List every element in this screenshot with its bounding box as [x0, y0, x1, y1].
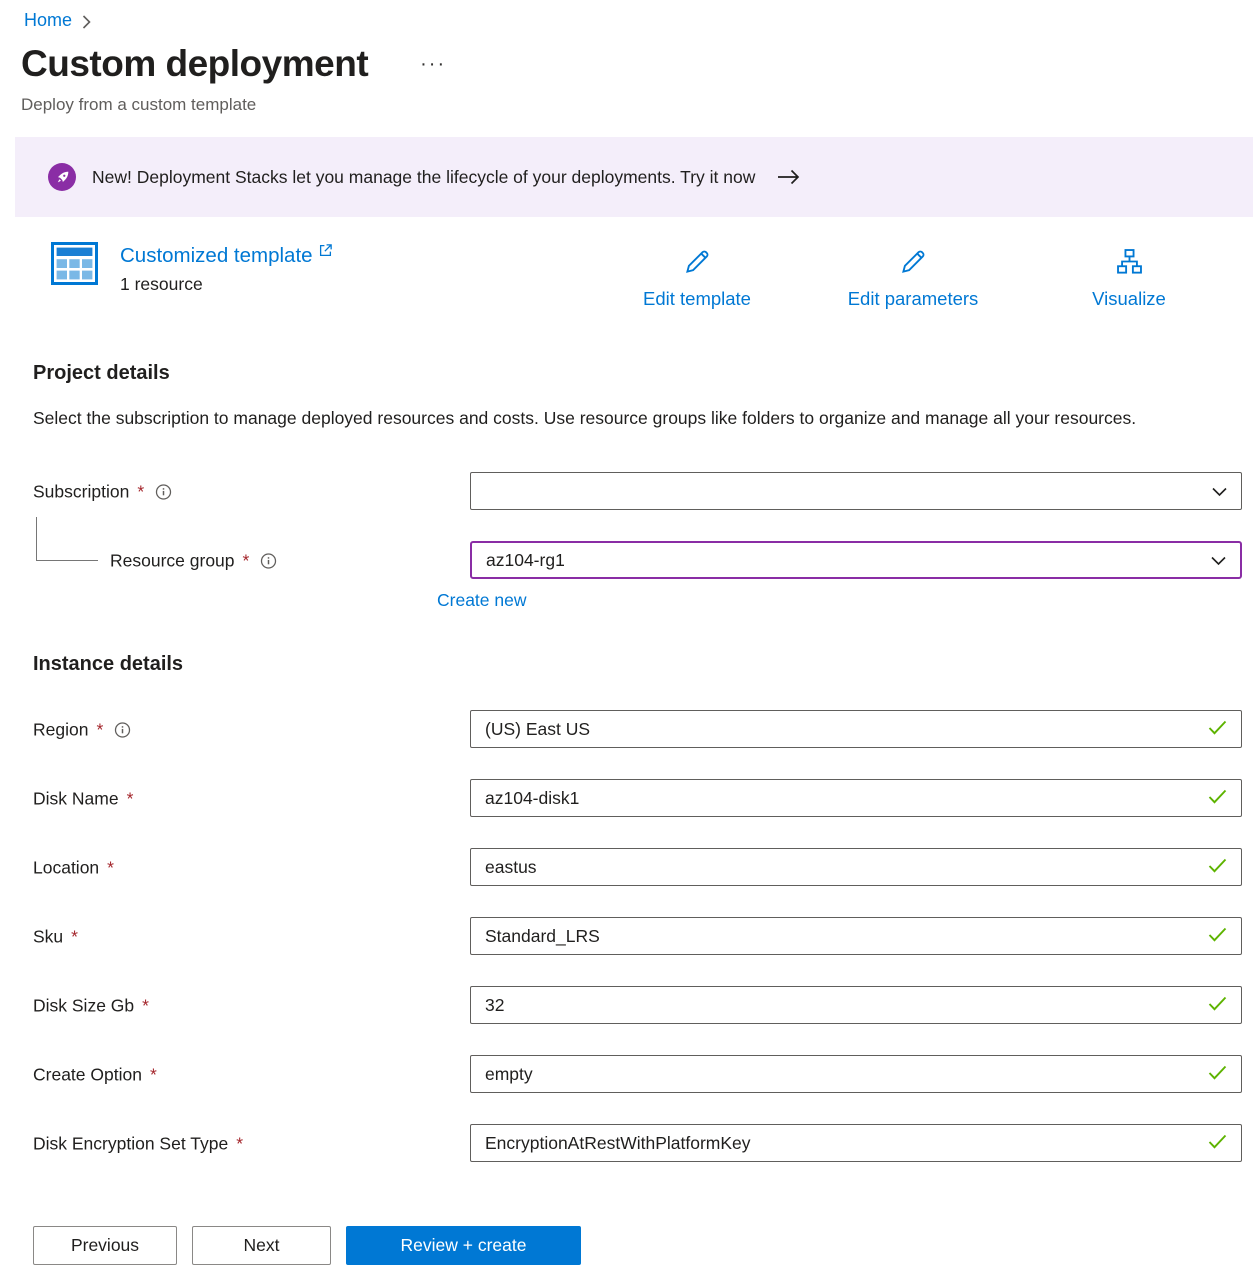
location-row: Location* eastus	[33, 848, 1242, 888]
visualize-button[interactable]: Visualize	[1019, 248, 1239, 310]
disk-name-label: Disk Name*	[33, 789, 133, 810]
create-option-label: Create Option*	[33, 1065, 157, 1086]
banner-text: New! Deployment Stacks let you manage th…	[92, 167, 755, 188]
required-asterisk: *	[236, 1134, 243, 1155]
required-asterisk: *	[137, 482, 144, 503]
arrow-right-icon[interactable]	[777, 169, 800, 185]
disk-size-gb-row: Disk Size Gb* 32	[33, 986, 1242, 1026]
location-label: Location*	[33, 858, 114, 879]
disk-name-input[interactable]: az104-disk1	[470, 779, 1242, 817]
checkmark-icon	[1208, 995, 1227, 1016]
page-title: Custom deployment	[21, 43, 368, 85]
create-option-input[interactable]: empty	[470, 1055, 1242, 1093]
sku-input[interactable]: Standard_LRS	[470, 917, 1242, 955]
disk-encryption-set-type-label: Disk Encryption Set Type*	[33, 1134, 243, 1155]
required-asterisk: *	[150, 1065, 157, 1086]
deployment-stacks-banner: New! Deployment Stacks let you manage th…	[15, 137, 1253, 217]
info-icon[interactable]	[155, 484, 172, 501]
region-row: Region* (US) East US	[33, 710, 1242, 750]
project-details-heading: Project details	[33, 362, 1253, 385]
subscription-select[interactable]	[470, 472, 1242, 510]
subscription-label: Subscription*	[33, 482, 172, 503]
edit-parameters-button[interactable]: Edit parameters	[803, 248, 1023, 310]
breadcrumb-home-link[interactable]: Home	[24, 10, 72, 31]
resource-group-label: Resource group*	[110, 551, 277, 572]
checkmark-icon	[1208, 926, 1227, 947]
required-asterisk: *	[243, 551, 250, 572]
region-input[interactable]: (US) East US	[470, 710, 1242, 748]
sku-label: Sku*	[33, 927, 78, 948]
create-option-row: Create Option* empty	[33, 1055, 1242, 1095]
disk-size-gb-label: Disk Size Gb*	[33, 996, 149, 1017]
edit-template-label: Edit template	[643, 288, 751, 310]
resource-group-connector	[36, 517, 98, 561]
template-resource-count: 1 resource	[120, 274, 332, 295]
custom-deployment-page: Home Custom deployment ··· Deploy from a…	[0, 0, 1253, 1280]
disk-encryption-set-type-value: EncryptionAtRestWithPlatformKey	[485, 1133, 751, 1154]
disk-name-value: az104-disk1	[485, 788, 579, 809]
resource-group-value: az104-rg1	[486, 550, 565, 571]
visualize-label: Visualize	[1092, 288, 1166, 310]
create-new-link[interactable]: Create new	[437, 590, 527, 611]
checkmark-icon	[1208, 1133, 1227, 1154]
pencil-icon	[900, 248, 927, 280]
chevron-down-icon	[1211, 550, 1226, 571]
edit-parameters-label: Edit parameters	[848, 288, 979, 310]
title-row: Custom deployment ···	[21, 43, 1253, 85]
required-asterisk: *	[96, 720, 103, 741]
more-options-button[interactable]: ···	[416, 50, 450, 78]
sku-row: Sku* Standard_LRS	[33, 917, 1242, 957]
info-icon[interactable]	[260, 553, 277, 570]
region-value: (US) East US	[485, 719, 590, 740]
breadcrumb: Home	[0, 0, 1253, 31]
project-details-description: Select the subscription to manage deploy…	[33, 403, 1193, 434]
region-label: Region*	[33, 720, 131, 741]
wizard-footer: Previous Next Review + create	[0, 1210, 1253, 1280]
instance-details-heading: Instance details	[33, 653, 1253, 676]
org-chart-icon	[1116, 248, 1143, 280]
checkmark-icon	[1208, 719, 1227, 740]
sku-value: Standard_LRS	[485, 926, 600, 947]
subscription-row: Subscription*	[33, 472, 1242, 512]
required-asterisk: *	[71, 927, 78, 948]
template-section: Customized template 1 resource Edit temp…	[0, 240, 1253, 336]
page-subtitle: Deploy from a custom template	[21, 95, 1253, 115]
disk-size-gb-value: 32	[485, 995, 504, 1016]
create-option-value: empty	[485, 1064, 533, 1085]
location-value: eastus	[485, 857, 537, 878]
checkmark-icon	[1208, 857, 1227, 878]
review-create-button[interactable]: Review + create	[346, 1226, 581, 1265]
rocket-icon	[48, 163, 76, 191]
resource-group-select[interactable]: az104-rg1	[470, 541, 1242, 579]
disk-name-row: Disk Name* az104-disk1	[33, 779, 1242, 819]
template-icon	[51, 242, 98, 295]
disk-encryption-set-type-row: Disk Encryption Set Type* EncryptionAtRe…	[33, 1124, 1242, 1164]
resource-group-row: Resource group* az104-rg1	[33, 541, 1242, 581]
location-input[interactable]: eastus	[470, 848, 1242, 886]
info-icon[interactable]	[114, 722, 131, 739]
required-asterisk: *	[107, 858, 114, 879]
required-asterisk: *	[142, 996, 149, 1017]
external-link-icon	[319, 244, 332, 262]
checkmark-icon	[1208, 1064, 1227, 1085]
edit-template-button[interactable]: Edit template	[587, 248, 807, 310]
required-asterisk: *	[127, 789, 134, 810]
disk-size-gb-input[interactable]: 32	[470, 986, 1242, 1024]
previous-button[interactable]: Previous	[33, 1226, 177, 1265]
customized-template-link[interactable]: Customized template	[120, 244, 313, 268]
chevron-down-icon	[1212, 481, 1227, 502]
pencil-icon	[684, 248, 711, 280]
disk-encryption-set-type-input[interactable]: EncryptionAtRestWithPlatformKey	[470, 1124, 1242, 1162]
next-button[interactable]: Next	[192, 1226, 331, 1265]
checkmark-icon	[1208, 788, 1227, 809]
breadcrumb-chevron-icon	[82, 15, 91, 29]
